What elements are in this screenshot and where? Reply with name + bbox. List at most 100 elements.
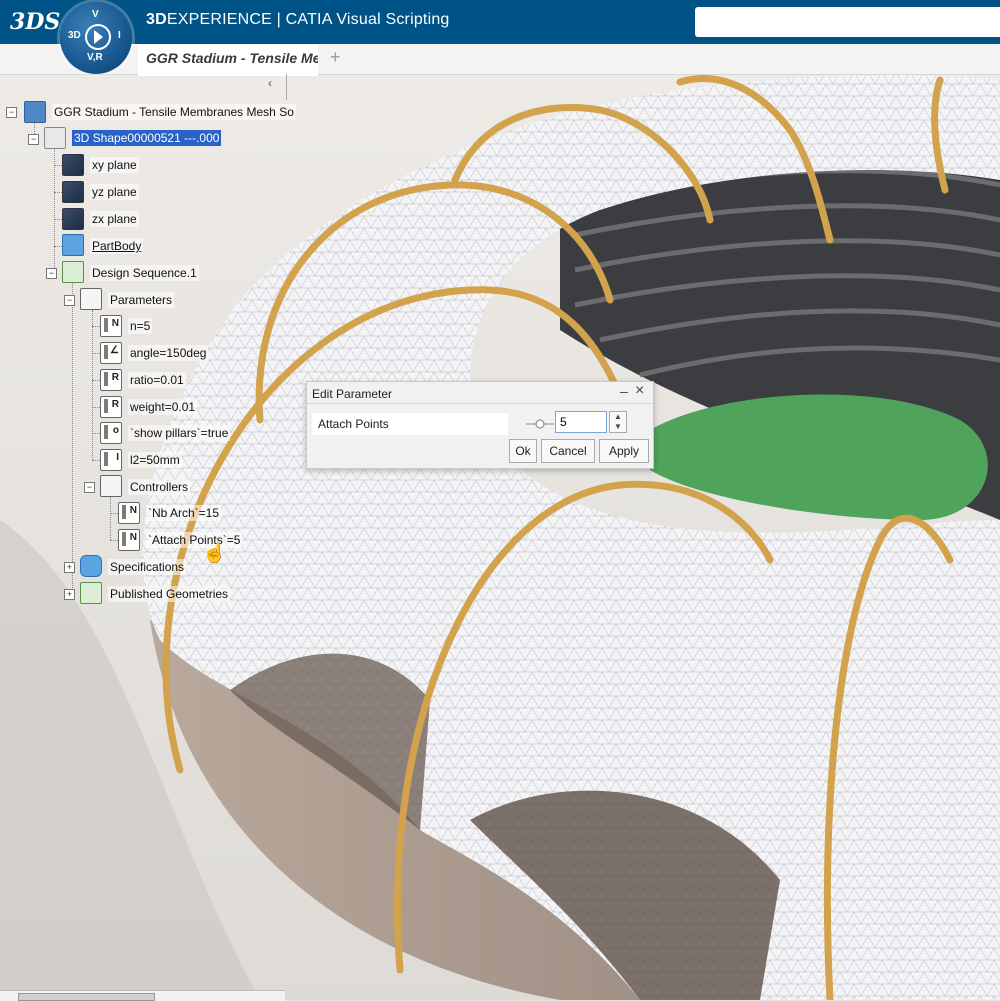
expand-toggle-published[interactable]: + [64,589,75,600]
tree-published-geometries[interactable]: Published Geometries [108,586,231,606]
tree-param-weight[interactable]: weight=0.01 [128,399,198,419]
tree-param-show-pillars[interactable]: `show pillars`=true [128,425,231,445]
tree-yz-plane-label: yz plane [90,184,139,200]
expand-toggle-specifications[interactable]: + [64,562,75,573]
dialog-divider [307,403,653,404]
spin-up-icon[interactable]: ▲ [610,412,626,422]
plane-icon [62,208,84,230]
tree-published-geometries-label: Published Geometries [108,586,231,602]
tree-design-sequence[interactable]: Design Sequence.1 [90,265,199,285]
parameter-row: Attach Points [312,413,508,435]
tree-zx-plane[interactable]: zx plane [90,211,139,231]
dassault-logo-icon[interactable]: 3DS [10,6,60,38]
parameter-real-icon: R [100,396,122,418]
apply-button[interactable]: Apply [599,439,649,463]
tab-ggr-stadium[interactable]: GGR Stadium - Tensile Me [138,44,318,76]
tree-divider [286,74,287,100]
tree-xy-plane[interactable]: xy plane [90,157,139,177]
close-icon[interactable]: × [635,382,644,400]
tree-param-angle[interactable]: angle=150deg [128,345,209,365]
compass-right-label: I [118,30,121,41]
parameter-boolean-icon: o [100,422,122,444]
parameter-length-icon: I [100,449,122,471]
expand-toggle-parameters[interactable]: − [64,295,75,306]
spin-down-icon[interactable]: ▼ [610,422,626,432]
plane-icon [62,154,84,176]
search-input[interactable] [695,7,1000,37]
tree-xy-plane-label: xy plane [90,157,139,173]
tree-zx-plane-label: zx plane [90,211,139,227]
design-sequence-icon [62,261,84,283]
tree-param-n-label: n=5 [128,318,153,334]
tree-controllers-label: Controllers [128,479,191,495]
parameter-angle-icon: ∠ [100,342,122,364]
parameters-folder-icon [80,288,102,310]
ok-button[interactable]: Ok [509,439,537,463]
published-geometries-icon [80,582,102,604]
parameter-real-icon: R [100,369,122,391]
tab-bar: GGR Stadium - Tensile Me + [0,44,1000,76]
play-icon[interactable] [85,24,111,50]
tree-specifications[interactable]: Specifications [108,559,187,579]
tree-param-ratio[interactable]: ratio=0.01 [128,372,186,392]
compass-top-label: V [92,9,99,20]
tree-ctrl-nb-arch[interactable]: `Nb Arch`=15 [146,505,222,525]
tree-root[interactable]: GGR Stadium - Tensile Membranes Mesh So [52,104,296,124]
tree-3d-shape[interactable]: 3D Shape00000521 ---.000 [72,130,222,150]
hand-cursor-icon: ☝ [202,542,227,564]
expand-toggle-root[interactable]: − [6,107,17,118]
expand-toggle-controllers[interactable]: − [84,482,95,493]
tree-partbody[interactable]: PartBody [90,238,144,258]
tree-parameters-label: Parameters [108,292,175,308]
compass-widget-icon[interactable]: V 3D I V,R [60,2,132,74]
tree-param-weight-label: weight=0.01 [128,399,198,415]
tree-3d-shape-label: 3D Shape00000521 ---.000 [72,130,222,146]
tree-param-l2-label: l2=50mm [128,452,182,468]
tree-partbody-label: PartBody [90,238,144,254]
tree-ctrl-attach-points-label: `Attach Points`=5 [146,532,243,548]
controllers-folder-icon [100,475,122,497]
app-title-bold: 3D [146,11,167,28]
compass-left-label: 3D [68,30,81,41]
specifications-icon [80,555,102,577]
tree-param-l2[interactable]: l2=50mm [128,452,182,472]
app-title: 3DEXPERIENCE | CATIA Visual Scripting [146,11,450,29]
tree-param-n[interactable]: n=5 [128,318,153,338]
dialog-title: Edit Parameter [312,387,393,401]
compass-bottom-label: V,R [87,52,103,63]
tree-root-label: GGR Stadium - Tensile Membranes Mesh So [52,104,296,120]
expand-toggle-design-sequence[interactable]: − [46,268,57,279]
tree-yz-plane[interactable]: yz plane [90,184,139,204]
plane-icon [62,181,84,203]
cancel-button[interactable]: Cancel [541,439,595,463]
tree-parameters[interactable]: Parameters [108,292,175,312]
tree-specifications-label: Specifications [108,559,187,575]
tree-ctrl-nb-arch-label: `Nb Arch`=15 [146,505,222,521]
tree-param-ratio-label: ratio=0.01 [128,372,186,388]
add-tab-button[interactable]: + [330,47,341,68]
edit-parameter-dialog: Edit Parameter – × Attach Points ▲ ▼ Ok … [306,381,654,469]
tree-controllers[interactable]: Controllers [128,479,191,499]
parameter-integer-icon: N [100,315,122,337]
tab-label: GGR Stadium - Tensile Me [146,50,318,66]
parameter-value-input[interactable] [555,411,607,433]
3d-viewport[interactable] [0,0,1000,1000]
expand-toggle-shape[interactable]: − [28,134,39,145]
partbody-icon [62,234,84,256]
parameter-integer-icon: N [118,502,140,524]
collapse-tree-icon[interactable]: ‹ [268,76,272,90]
bottom-status-bar [0,990,285,1001]
product-icon [24,101,46,123]
slider-icon[interactable] [525,417,555,431]
tree-param-show-pillars-label: `show pillars`=true [128,425,231,441]
tree-ctrl-attach-points[interactable]: `Attach Points`=5 [146,532,243,552]
tree-design-sequence-label: Design Sequence.1 [90,265,199,281]
tree-param-angle-label: angle=150deg [128,345,209,361]
3d-shape-icon [44,127,66,149]
value-spinner[interactable]: ▲ ▼ [609,411,627,433]
parameter-integer-icon: N [118,529,140,551]
top-bar: 3DS 3DEXPERIENCE | CATIA Visual Scriptin… [0,0,1000,44]
parameter-name-label: Attach Points [318,417,389,431]
minimize-icon[interactable]: – [620,383,628,399]
app-title-rest: EXPERIENCE | CATIA Visual Scripting [166,11,450,28]
